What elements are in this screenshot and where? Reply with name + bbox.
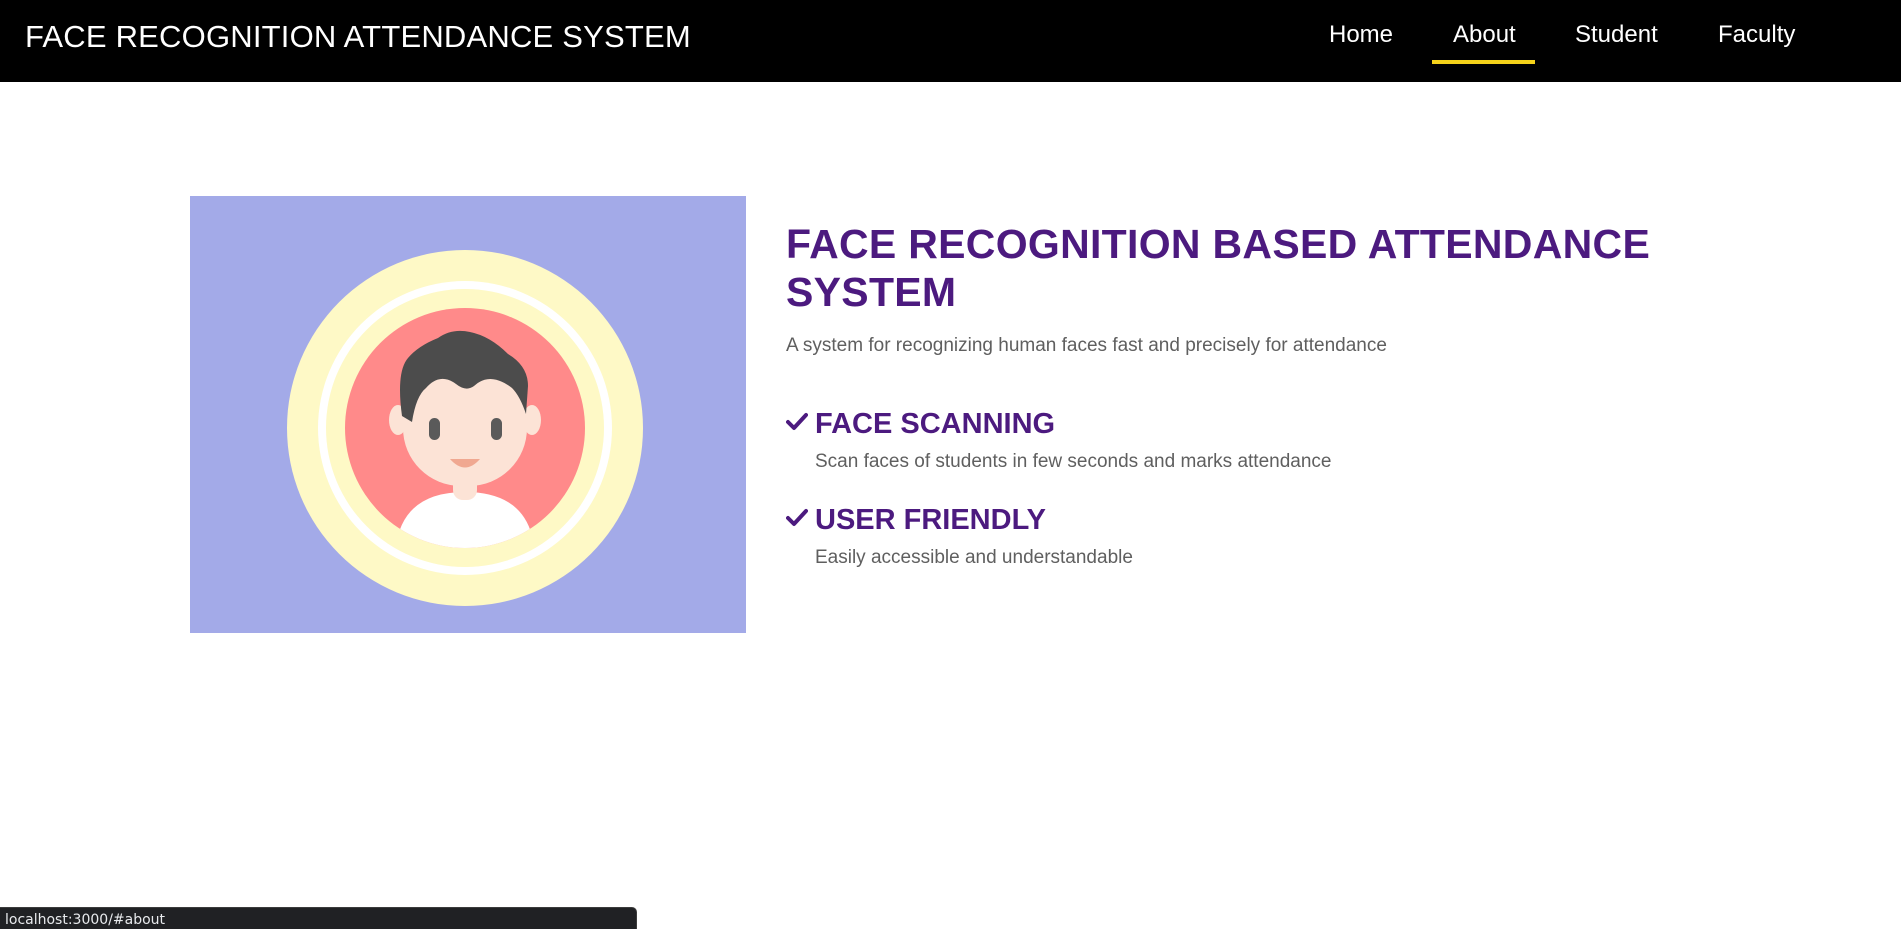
status-url: localhost:3000/#about: [5, 912, 166, 928]
feature-title: USER FRIENDLY: [815, 504, 1046, 536]
check-icon: [786, 509, 808, 526]
feature-description: Easily accessible and understandable: [815, 547, 1133, 568]
nav-link-faculty[interactable]: Faculty: [1718, 20, 1795, 50]
user-avatar-icon: [190, 196, 746, 633]
about-title: FACE RECOGNITION BASED ATTENDANCE SYSTEM: [786, 221, 1651, 315]
nav-active-underline: [1432, 60, 1535, 64]
top-navbar: FACE RECOGNITION ATTENDANCE SYSTEM Home …: [0, 0, 1901, 82]
browser-status-bar: localhost:3000/#about: [0, 907, 637, 929]
brand-title[interactable]: FACE RECOGNITION ATTENDANCE SYSTEM: [25, 18, 691, 56]
nav-link-student[interactable]: Student: [1575, 20, 1658, 50]
check-icon: [786, 413, 808, 430]
about-section: FACE RECOGNITION BASED ATTENDANCE SYSTEM…: [0, 82, 1901, 929]
nav-link-about[interactable]: About: [1453, 20, 1516, 50]
feature-title: FACE SCANNING: [815, 408, 1056, 440]
about-subtitle: A system for recognizing human faces fas…: [786, 335, 1387, 356]
feature-item-face-scanning: FACE SCANNING Scan faces of students in …: [786, 406, 1686, 472]
feature-item-user-friendly: USER FRIENDLY Easily accessible and unde…: [786, 502, 1686, 568]
about-info: FACE RECOGNITION BASED ATTENDANCE SYSTEM…: [786, 220, 1686, 568]
nav-link-home[interactable]: Home: [1329, 20, 1393, 50]
feature-description: Scan faces of students in few seconds an…: [815, 451, 1332, 472]
